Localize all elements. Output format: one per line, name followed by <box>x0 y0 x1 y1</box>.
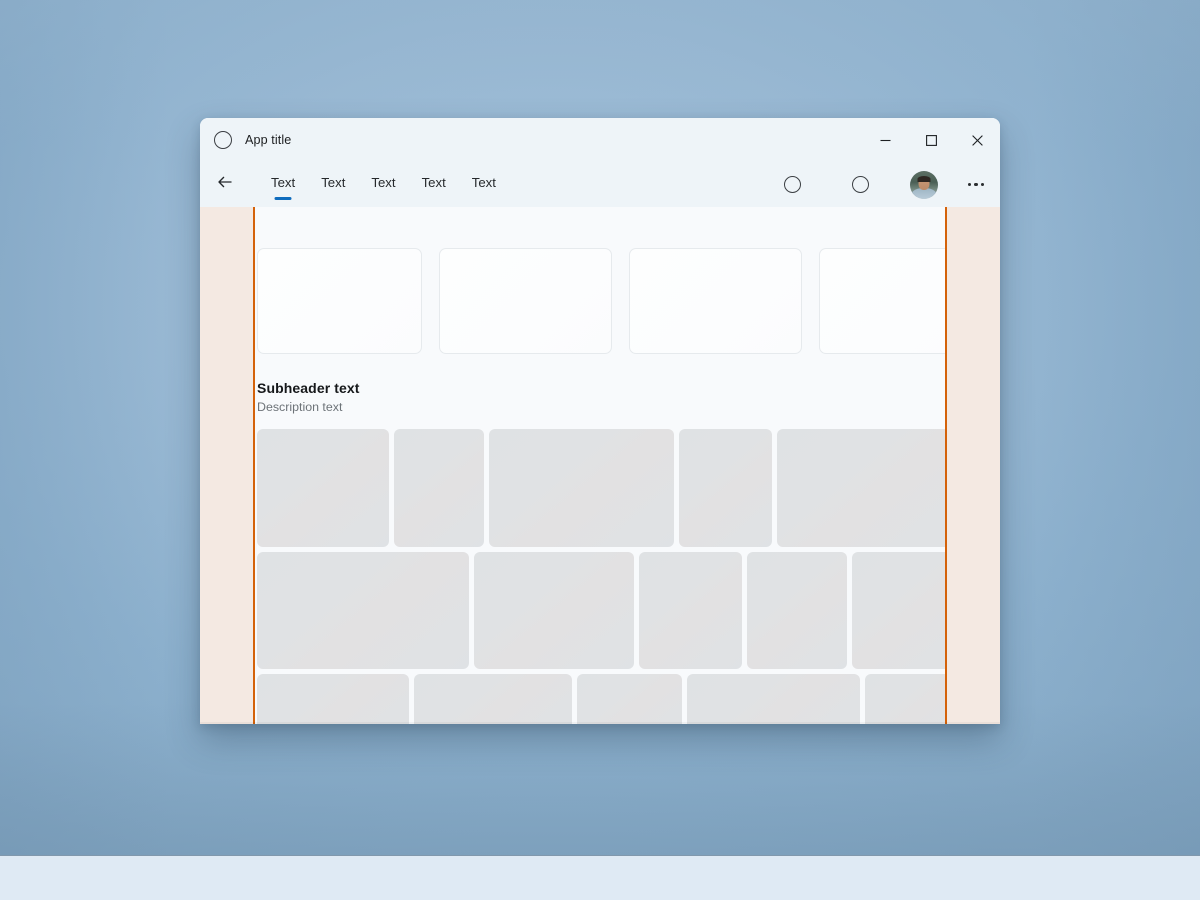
tile[interactable] <box>865 674 945 724</box>
tile[interactable] <box>639 552 742 669</box>
maximize-icon <box>925 134 937 146</box>
tile-row <box>257 429 945 547</box>
ellipsis-icon-dot <box>967 182 972 187</box>
tab-item-4[interactable]: Text <box>409 162 459 203</box>
card-row <box>257 207 945 354</box>
right-margin-guide-band <box>945 207 1000 724</box>
tab-selected-indicator <box>274 197 292 200</box>
tab-label: Text <box>321 175 346 190</box>
content-card[interactable] <box>629 248 802 354</box>
tab-item-2[interactable]: Text <box>308 162 358 203</box>
app-title: App title <box>245 133 292 147</box>
tile[interactable] <box>257 674 409 724</box>
tile-row <box>257 674 945 724</box>
tab-strip: Text Text Text Text Text <box>258 162 509 207</box>
minimize-icon <box>880 139 890 141</box>
back-button[interactable] <box>209 166 241 198</box>
tile[interactable] <box>257 552 469 669</box>
tab-item-5[interactable]: Text <box>459 162 509 203</box>
tile-grid <box>257 429 945 724</box>
tile-row <box>257 552 945 669</box>
content-card[interactable] <box>819 248 945 354</box>
tile[interactable] <box>474 552 634 669</box>
circle-icon <box>851 176 869 193</box>
close-button[interactable] <box>954 118 1000 162</box>
content-canvas: Subheader text Description text <box>255 207 945 724</box>
toolbar-action-2-button[interactable] <box>844 169 876 201</box>
subheader-title: Subheader text <box>257 380 360 396</box>
toolbar-actions <box>776 162 1000 207</box>
tab-label: Text <box>271 175 296 190</box>
tile[interactable] <box>679 429 772 547</box>
window-controls <box>862 118 1000 162</box>
tile[interactable] <box>489 429 674 547</box>
tile[interactable] <box>747 552 847 669</box>
tile[interactable] <box>852 552 945 669</box>
more-options-button[interactable] <box>960 169 992 201</box>
tab-label: Text <box>371 175 396 190</box>
tile[interactable] <box>577 674 682 724</box>
bottom-panel-strip <box>0 855 1200 900</box>
ellipsis-icon-dot <box>980 182 985 187</box>
maximize-button[interactable] <box>908 118 954 162</box>
subheader-description: Description text <box>257 400 343 414</box>
content-area: Subheader text Description text <box>200 207 1000 724</box>
toolbar-action-1-button[interactable] <box>776 169 808 201</box>
subheader-block: Subheader text Description text <box>257 380 945 415</box>
avatar-hair-shape <box>917 175 931 182</box>
ellipsis-icon-dot <box>974 182 978 187</box>
close-icon <box>971 134 983 146</box>
window-titlebar[interactable]: App title <box>200 118 1000 162</box>
circle-icon <box>783 176 801 193</box>
minimize-button[interactable] <box>862 118 908 162</box>
content-card[interactable] <box>439 248 612 354</box>
tile[interactable] <box>777 429 945 547</box>
account-avatar-button[interactable] <box>910 170 938 199</box>
tile[interactable] <box>687 674 860 724</box>
left-margin-guide-band <box>200 207 255 724</box>
tile[interactable] <box>414 674 572 724</box>
arrow-left-icon <box>218 176 232 188</box>
app-logo-circle-icon <box>214 131 232 149</box>
tab-item-3[interactable]: Text <box>358 162 408 203</box>
tile[interactable] <box>394 429 484 547</box>
tab-label: Text <box>471 175 496 190</box>
app-window: App title Text Text Text Text Text Subhe… <box>200 118 1000 724</box>
content-card[interactable] <box>257 248 422 354</box>
tab-label: Text <box>421 175 446 190</box>
tab-item-1[interactable]: Text <box>258 162 308 203</box>
avatar-photo <box>910 170 938 199</box>
app-toolbar: Text Text Text Text Text <box>200 162 1000 207</box>
tile[interactable] <box>257 429 389 547</box>
